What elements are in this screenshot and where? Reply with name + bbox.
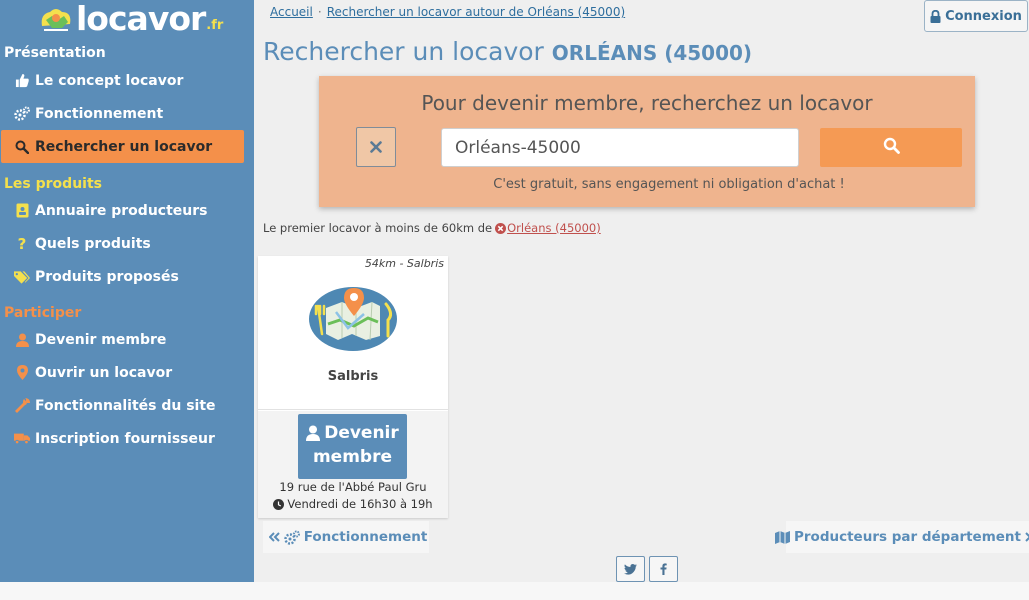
sidebar-item-annuaire[interactable]: Annuaire producteurs xyxy=(1,194,244,227)
truck-icon xyxy=(14,431,30,447)
page-title: Rechercher un locavor ORLÉANS (45000) xyxy=(263,37,752,66)
card-name: Salbris xyxy=(327,369,379,384)
sidebar-item-label: Ouvrir un locavor xyxy=(35,364,173,381)
sidebar-item-devenir-membre[interactable]: Devenir membre xyxy=(1,323,244,356)
user-icon xyxy=(306,425,321,441)
sidebar-item-ouvrir-locavor[interactable]: Ouvrir un locavor xyxy=(1,356,244,389)
tags-icon xyxy=(14,269,30,285)
section-title-participer: Participer xyxy=(4,305,82,321)
sidebar-item-produits-proposes[interactable]: Produits proposés xyxy=(1,260,244,293)
location-link[interactable]: Orléans (45000) xyxy=(507,221,601,235)
prev-page-label: Fonctionnement xyxy=(303,529,428,545)
map-marker-icon xyxy=(14,365,30,381)
sidebar-item-label: Fonctionnalités du site xyxy=(35,397,216,414)
lock-icon xyxy=(930,9,941,23)
result-summary: Le premier locavor à moins de 60km de Or… xyxy=(263,221,601,235)
sidebar-item-label: Le concept locavor xyxy=(35,72,184,89)
breadcrumb: Accueil · Rechercher un locavor autour de … xyxy=(270,5,625,19)
wrench-icon xyxy=(14,398,30,414)
page-title-city: ORLÉANS (45000) xyxy=(551,41,753,65)
sidebar-item-quels-produits[interactable]: ? Quels produits xyxy=(1,227,244,260)
breadcrumb-separator: · xyxy=(317,5,322,19)
search-icon xyxy=(883,137,900,158)
clear-search-button[interactable] xyxy=(356,127,396,167)
sidebar-item-fonctionnement[interactable]: Fonctionnement xyxy=(1,97,244,130)
next-page-label: Producteurs par département xyxy=(794,529,1021,545)
clock-icon xyxy=(273,498,285,510)
login-button[interactable]: Connexion xyxy=(924,0,1028,32)
sidebar-item-fonctionnalites[interactable]: Fonctionnalités du site xyxy=(1,389,244,422)
twitter-icon xyxy=(624,560,637,579)
join-button-line1: Devenir xyxy=(324,423,399,443)
sidebar: locavor .fr Présentation Le concept loca… xyxy=(0,0,254,582)
sidebar-item-label: Quels produits xyxy=(35,235,151,252)
cogs-icon xyxy=(283,530,300,545)
logo[interactable]: locavor .fr xyxy=(38,0,224,38)
result-text: Le premier locavor à moins de 60km de xyxy=(263,221,493,235)
sidebar-item-label: Inscription fournisseur xyxy=(35,430,215,447)
search-button[interactable] xyxy=(820,128,962,167)
sidebar-item-inscription-fournisseur[interactable]: Inscription fournisseur xyxy=(1,422,244,455)
remove-location-icon[interactable] xyxy=(495,222,507,234)
next-page-link[interactable]: Producteurs par département xyxy=(775,521,1029,553)
page-title-text: Rechercher un locavor xyxy=(263,37,544,66)
join-button[interactable]: Devenir membre xyxy=(298,414,407,479)
question-icon: ? xyxy=(17,234,27,253)
sidebar-item-label: Rechercher un locavor xyxy=(35,138,213,155)
search-input[interactable] xyxy=(441,128,799,167)
map-icon xyxy=(775,530,790,544)
card-distance: 54km - Salbris xyxy=(364,257,444,270)
card-address: 19 rue de l'Abbé Paul Gru xyxy=(279,480,427,494)
section-title-presentation: Présentation xyxy=(4,45,106,61)
logo-wordmark: locavor xyxy=(76,0,206,38)
sidebar-item-concept[interactable]: Le concept locavor xyxy=(1,64,244,97)
logo-tld: .fr xyxy=(206,18,224,33)
address-book-icon xyxy=(14,203,30,219)
sidebar-item-label: Annuaire producteurs xyxy=(35,202,208,219)
join-button-line2: membre xyxy=(312,447,393,467)
double-chevron-right-icon xyxy=(1025,532,1029,542)
prev-page-link[interactable]: Fonctionnement xyxy=(263,521,429,553)
user-icon xyxy=(14,332,30,348)
breadcrumb-current-link[interactable]: Rechercher un locavor autour de Orléans … xyxy=(327,5,625,19)
login-label: Connexion xyxy=(945,8,1022,24)
map-locavor-icon xyxy=(308,284,398,352)
logo-icon xyxy=(38,6,74,34)
card-hours: Vendredi de 16h30 à 19h xyxy=(258,497,448,511)
sidebar-item-label: Produits proposés xyxy=(35,268,179,285)
double-chevron-left-icon xyxy=(268,532,280,542)
section-title-produits: Les produits xyxy=(4,176,102,192)
locavor-card: 54km - Salbris Salbris Devenir membre 19… xyxy=(258,256,448,518)
search-panel: Pour devenir membre, recherchez un locav… xyxy=(319,76,975,207)
facebook-button[interactable] xyxy=(649,556,678,582)
sidebar-item-label: Devenir membre xyxy=(35,331,167,348)
search-heading: Pour devenir membre, recherchez un locav… xyxy=(421,91,873,115)
sidebar-item-label: Fonctionnement xyxy=(35,105,164,122)
cogs-icon xyxy=(14,106,30,122)
close-icon xyxy=(370,138,382,157)
search-icon xyxy=(14,139,30,155)
sidebar-item-rechercher[interactable]: Rechercher un locavor xyxy=(1,130,244,163)
thumbs-up-icon xyxy=(14,73,30,89)
twitter-button[interactable] xyxy=(616,556,645,582)
footer-strip xyxy=(0,582,1029,600)
breadcrumb-home-link[interactable]: Accueil xyxy=(270,5,313,19)
card-header[interactable]: 54km - Salbris Salbris xyxy=(258,256,448,410)
search-note: C'est gratuit, sans engagement ni obliga… xyxy=(493,177,845,192)
card-hours-text: Vendredi de 16h30 à 19h xyxy=(287,497,433,511)
facebook-icon xyxy=(660,560,667,579)
